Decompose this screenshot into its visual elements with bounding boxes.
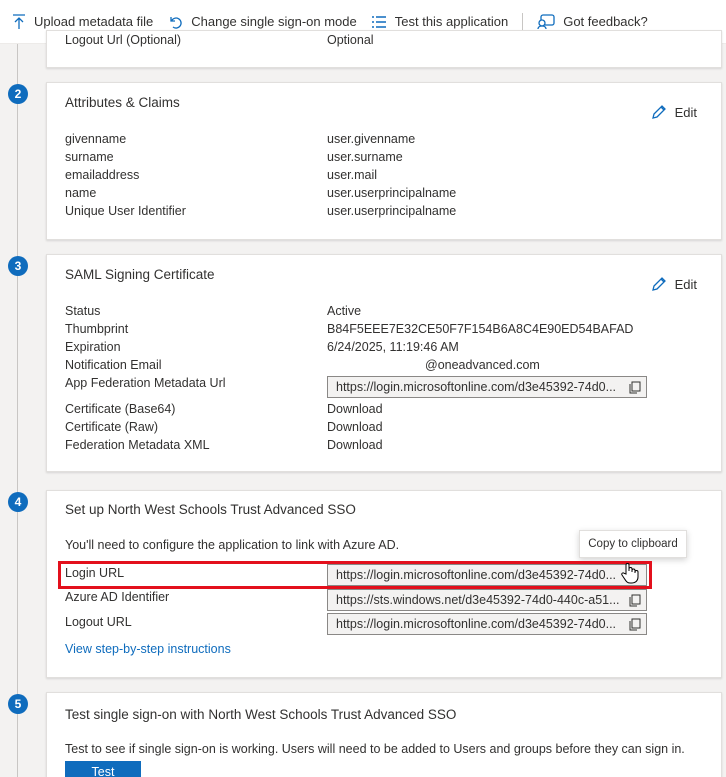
expiration-label: Expiration [65,340,121,354]
logout-url-optional-value: Optional [327,33,374,47]
copy-icon[interactable] [629,594,641,607]
claim-row: surname user.surname [65,150,705,168]
logout-url-value: https://login.microsoftonline.com/d3e453… [336,617,617,631]
feedback-label: Got feedback? [563,14,648,29]
pencil-icon [651,277,666,291]
expiration-value: 6/24/2025, 11:19:46 AM [327,340,459,354]
status-label: Status [65,304,101,318]
azure-ad-identifier-label: Azure AD Identifier [65,590,170,604]
logout-url-field[interactable]: https://login.microsoftonline.com/d3e453… [327,613,647,635]
attributes-claims-title: Attributes & Claims [65,95,180,110]
attributes-edit-label: Edit [674,104,697,120]
change-sso-mode-button[interactable]: Change single sign-on mode [167,14,357,30]
login-url-value: https://login.microsoftonline.com/d3e453… [336,568,617,582]
fed-xml-download-link[interactable]: Download [327,438,383,452]
status-value: Active [327,304,362,318]
upload-icon [13,13,25,29]
cert-raw-row: Certificate (Raw) Download [65,420,705,438]
attributes-claims-card: Attributes & Claims Edit givenname user.g… [46,82,722,240]
saml-signing-certificate-card: SAML Signing Certificate Edit Status Acti… [46,254,722,472]
test-button[interactable]: Test [65,761,141,777]
login-url-label: Login URL [65,566,125,580]
upload-metadata-button[interactable]: Upload metadata file [12,13,154,30]
feedback-button[interactable]: Got feedback? [537,13,648,30]
step-badge-3: 3 [8,256,28,276]
claim-row: emailaddress user.mail [65,168,705,186]
login-url-field[interactable]: https://login.microsoftonline.com/d3e453… [327,564,647,586]
hand-cursor-icon [621,563,639,584]
claim-name: emailaddress [65,168,140,182]
cert-raw-download-link[interactable]: Download [327,420,383,434]
setup-title: Set up North West Schools Trust Advanced… [65,502,356,517]
test-application-label: Test this application [394,14,509,29]
claim-value: user.surname [327,150,403,164]
claim-name: Unique User Identifier [65,204,186,218]
fed-xml-row: Federation Metadata XML Download [65,438,705,456]
fed-metadata-url-label: App Federation Metadata Url [65,376,226,390]
step-badge-4: 4 [8,492,28,512]
fed-metadata-url-value: https://login.microsoftonline.com/d3e453… [336,380,617,394]
setup-description: You'll need to configure the application… [65,538,400,552]
cert-status-row: Status Active [65,304,705,322]
copy-icon[interactable] [629,381,641,394]
test-sso-card: Test single sign-on with North West Scho… [46,692,722,777]
test-sso-title: Test single sign-on with North West Scho… [65,707,457,722]
thumbprint-label: Thumbprint [65,322,129,336]
test-sso-description: Test to see if single sign-on is working… [65,742,685,756]
claim-name: givenname [65,132,127,146]
step-by-step-instructions-link[interactable]: View step-by-step instructions [65,642,231,656]
notification-email-label: Notification Email [65,358,162,372]
claim-value: user.userprincipalname [327,186,457,200]
claim-value: user.mail [327,168,378,182]
thumbprint-value: B84F5EEE7E32CE50F7F154B6A8C4E90ED54BAFAD [327,322,634,336]
cert-raw-label: Certificate (Raw) [65,420,159,434]
basic-saml-card-partial: Logout Url (Optional) Optional [46,30,722,68]
step-badge-2: 2 [8,84,28,104]
claim-value: user.userprincipalname [327,204,457,218]
copy-to-clipboard-tooltip: Copy to clipboard [579,530,687,558]
certificate-title: SAML Signing Certificate [65,267,215,282]
upload-metadata-label: Upload metadata file [34,14,154,29]
logout-url-label: Logout URL [65,615,132,629]
certificate-edit-button[interactable]: Edit [651,276,697,292]
change-sso-mode-label: Change single sign-on mode [191,14,357,29]
notification-email-value: @oneadvanced.com [425,358,540,372]
copy-icon[interactable] [629,618,641,631]
cert-base64-row: Certificate (Base64) Download [65,402,705,420]
fed-xml-label: Federation Metadata XML [65,438,210,452]
azure-ad-identifier-field[interactable]: https://sts.windows.net/d3e45392-74d0-44… [327,589,647,611]
test-application-button[interactable]: Test this application [371,14,508,29]
list-icon [371,15,386,28]
undo-icon [170,16,182,29]
cert-base64-label: Certificate (Base64) [65,402,176,416]
attributes-edit-button[interactable]: Edit [651,104,697,120]
claim-name: name [65,186,97,200]
step-badge-5: 5 [8,694,28,714]
pencil-icon [651,105,666,119]
cert-thumbprint-row: Thumbprint B84F5EEE7E32CE50F7F154B6A8C4E9… [65,322,705,340]
claim-value: user.givenname [327,132,416,146]
setup-sso-card: Set up North West Schools Trust Advanced… [46,490,722,678]
cert-base64-download-link[interactable]: Download [327,402,383,416]
claim-row: givenname user.givenname [65,132,705,150]
logout-url-optional-label: Logout Url (Optional) [65,33,182,47]
certificate-edit-label: Edit [674,276,697,292]
claim-row: Unique User Identifier user.userprincipal… [65,204,705,222]
step-rail [17,44,18,777]
cert-expiration-row: Expiration 6/24/2025, 11:19:46 AM [65,340,705,358]
claim-row: name user.userprincipalname [65,186,705,204]
fed-metadata-url-field[interactable]: https://login.microsoftonline.com/d3e453… [327,376,647,398]
feedback-icon [537,13,555,29]
toolbar-divider [522,12,524,31]
claim-name: surname [65,150,114,164]
azure-ad-identifier-value: https://sts.windows.net/d3e45392-74d0-44… [336,593,620,607]
cert-notification-row: Notification Email @oneadvanced.com [65,358,705,376]
